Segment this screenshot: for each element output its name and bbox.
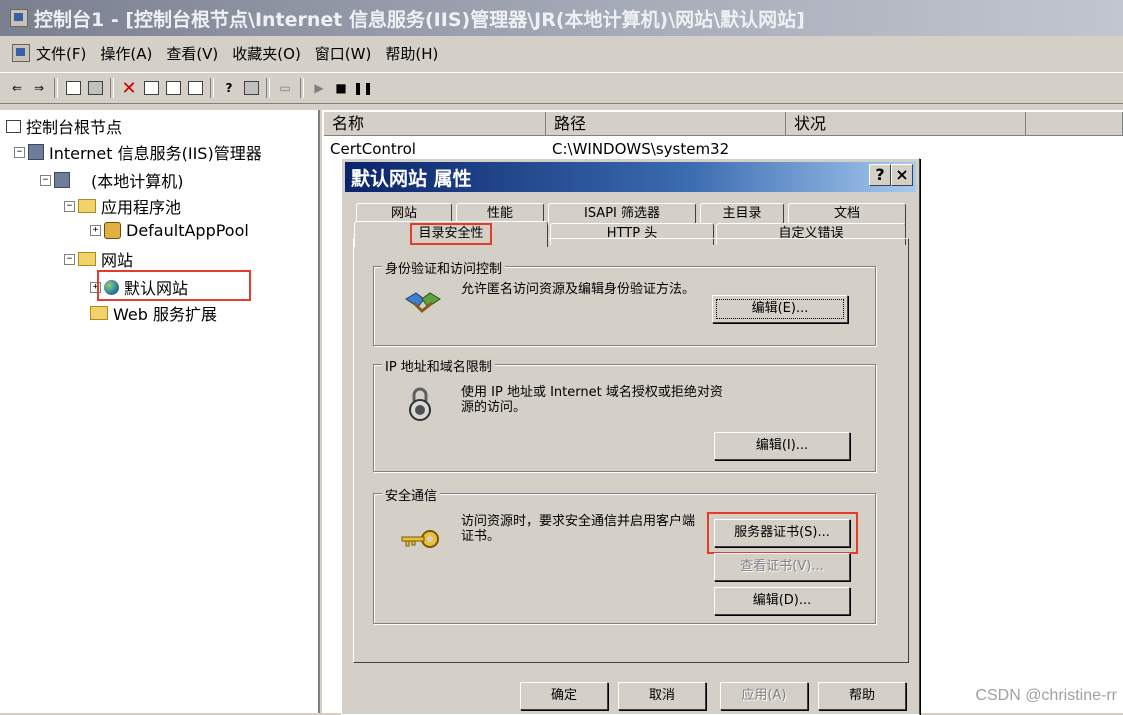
menu-window[interactable]: 窗口(W) (315, 43, 372, 64)
export-list-icon[interactable] (185, 78, 205, 98)
cancel-button[interactable]: 取消 (618, 682, 706, 710)
auth-description: 允许匿名访问资源及编辑身份验证方法。 (461, 282, 696, 297)
tab-documents[interactable]: 文档 (788, 203, 906, 225)
tree-node-websites[interactable]: − 网站 (64, 247, 133, 271)
expand-icon[interactable]: + (90, 225, 101, 236)
tree-node-default-app-pool[interactable]: + DefaultAppPool (90, 221, 249, 240)
properties-dialog: 默认网站 属性 ? × 网站 性能 ISAPI 筛选器 主目录 文档 目录安全性… (341, 158, 920, 715)
watermark: CSDN @christine-rr (975, 687, 1117, 704)
up-level-icon[interactable] (63, 78, 83, 98)
mmc-console-icon[interactable] (10, 9, 28, 27)
tree-node-label: 应用程序池 (101, 198, 182, 217)
pause-icon[interactable]: ❚❚ (353, 78, 373, 98)
toolbar-separator (54, 78, 58, 98)
tree-node-label: DefaultAppPool (126, 221, 249, 240)
tab-directory-security[interactable]: 目录安全性 (354, 221, 548, 247)
toolbar-separator (210, 78, 214, 98)
column-header-name[interactable]: 名称 (324, 112, 546, 136)
help-button-bottom[interactable]: 帮助 (818, 682, 906, 710)
menu-view[interactable]: 查看(V) (166, 43, 218, 64)
collapse-icon[interactable]: − (14, 146, 25, 158)
tree-node-app-pools[interactable]: − 应用程序池 (64, 194, 181, 218)
toolbar-separator (266, 78, 270, 98)
collapse-icon[interactable]: − (64, 253, 75, 265)
iis-manager-icon (28, 144, 44, 160)
tab-isapi-filters[interactable]: ISAPI 筛选器 (548, 203, 696, 225)
handshake-icon (405, 292, 441, 314)
app-pool-icon (104, 222, 121, 239)
key-icon (401, 530, 439, 548)
stop-icon[interactable]: ■ (331, 78, 351, 98)
group-title: 身份验证和访问控制 (382, 258, 506, 277)
tree-node-label: 控制台根节点 (26, 118, 123, 137)
tree-node-label: (本地计算机) (91, 172, 184, 191)
window-title-bar[interactable]: 控制台1 - [控制台根节点\Internet 信息服务(IIS)管理器\JR(… (0, 0, 1123, 36)
tab-home-directory[interactable]: 主目录 (700, 203, 784, 225)
tree-node-iis[interactable]: − Internet 信息服务(IIS)管理器 (14, 140, 262, 164)
ok-button[interactable]: 确定 (520, 682, 608, 710)
edit-auth-button[interactable]: 编辑(E)... (712, 295, 848, 323)
tree-node-label: 网站 (101, 251, 134, 270)
collapse-icon[interactable]: − (64, 200, 75, 212)
highlight-box (97, 270, 251, 301)
window-title: 控制台1 - [控制台根节点\Internet 信息服务(IIS)管理器\JR(… (34, 8, 805, 31)
list-item[interactable]: CertControl (330, 140, 416, 158)
button-label: 编辑(E)... (716, 299, 844, 319)
toolbar-separator (110, 78, 114, 98)
tree-node-computer[interactable]: − (本地计算机) (40, 168, 184, 192)
toolbar: ⇐ ⇒ ✕ ? ▭ ▶ ■ ❚❚ (0, 72, 1123, 104)
menu-bar: 文件(F) 操作(A) 查看(V) 收藏夹(O) 窗口(W) 帮助(H) (0, 38, 1123, 68)
tree-node-root[interactable]: 控制台根节点 (6, 114, 122, 138)
column-header-status[interactable]: 状况 (786, 112, 1026, 136)
list-item-path: C:\WINDOWS\system32 (552, 140, 730, 158)
refresh-icon[interactable] (163, 78, 183, 98)
show-hide-action-pane-icon[interactable] (241, 78, 261, 98)
start-icon[interactable]: ▶ (309, 78, 329, 98)
tab-label: 目录安全性 (410, 223, 492, 245)
menu-action[interactable]: 操作(A) (100, 43, 152, 64)
console-tree[interactable]: 控制台根节点 − Internet 信息服务(IIS)管理器 − (本地计算机)… (0, 110, 320, 713)
console-root-icon (6, 119, 21, 133)
computer-icon[interactable]: ▭ (275, 78, 295, 98)
menu-file[interactable]: 文件(F) (36, 43, 86, 64)
edit-ip-button[interactable]: 编辑(I)... (714, 432, 850, 460)
folder-icon (90, 306, 108, 320)
menu-help[interactable]: 帮助(H) (385, 43, 438, 64)
menu-favorites[interactable]: 收藏夹(O) (232, 43, 301, 64)
toolbar-separator (300, 78, 304, 98)
forward-arrow-icon[interactable]: ⇒ (29, 78, 49, 98)
close-button[interactable]: × (891, 164, 913, 186)
help-icon[interactable]: ? (219, 78, 239, 98)
view-certificate-button[interactable]: 查看证书(V)... (714, 553, 850, 581)
collapse-icon[interactable]: − (40, 174, 51, 186)
apply-button[interactable]: 应用(A) (720, 682, 808, 710)
computer-icon (54, 172, 70, 188)
group-title: 安全通信 (382, 485, 441, 504)
group-title: IP 地址和域名限制 (382, 356, 495, 375)
edit-secure-button[interactable]: 编辑(D)... (714, 587, 850, 615)
secure-description: 访问资源时，要求安全通信并启用客户端证书。 (461, 514, 696, 544)
folder-icon (78, 199, 96, 213)
highlight-box (707, 512, 858, 554)
mmc-console-icon[interactable] (12, 44, 30, 62)
delete-icon[interactable]: ✕ (119, 78, 139, 99)
dialog-title-bar[interactable]: 默认网站 属性 (345, 162, 916, 192)
tree-node-label: Internet 信息服务(IIS)管理器 (49, 144, 262, 163)
column-header-empty[interactable] (1026, 112, 1123, 136)
dialog-title: 默认网站 属性 (351, 167, 472, 190)
back-arrow-icon[interactable]: ⇐ (7, 78, 27, 98)
column-header-path[interactable]: 路径 (546, 112, 786, 136)
folder-icon (78, 252, 96, 266)
padlock-icon (409, 387, 431, 421)
list-item-name: CertControl (330, 140, 416, 158)
help-button[interactable]: ? (869, 164, 891, 186)
ip-description: 使用 IP 地址或 Internet 域名授权或拒绝对资源的访问。 (461, 385, 723, 415)
show-hide-tree-icon[interactable] (85, 78, 105, 98)
tree-node-web-ext[interactable]: Web 服务扩展 (90, 301, 217, 325)
tree-node-label: Web 服务扩展 (113, 305, 217, 324)
properties-icon[interactable] (141, 78, 161, 98)
